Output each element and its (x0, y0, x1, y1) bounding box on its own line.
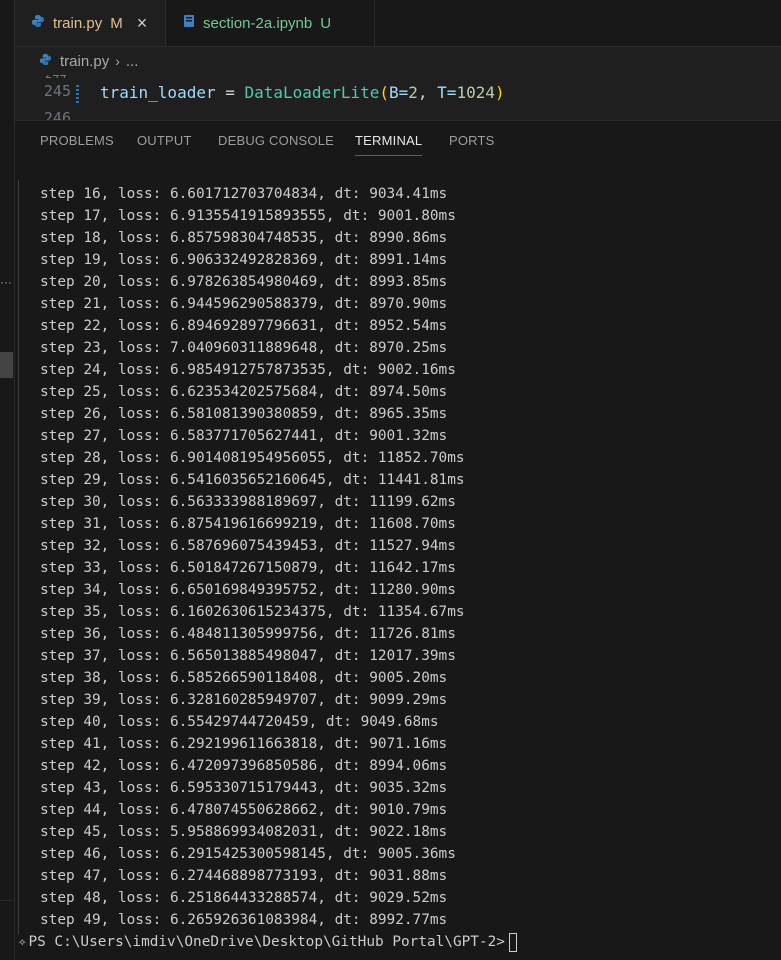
modified-badge: M (110, 14, 123, 32)
terminal-line: step 25, loss: 6.623534202575684, dt: 89… (40, 384, 448, 400)
terminal-line: step 20, loss: 6.978263854980469, dt: 89… (40, 274, 448, 290)
terminal-line: step 22, loss: 6.894692897796631, dt: 89… (40, 318, 448, 334)
tab-debug-console[interactable]: DEBUG CONSOLE (218, 133, 334, 148)
breadcrumb: train.py › ... (15, 47, 781, 75)
terminal-line: step 46, loss: 6.2915425300598145, dt: 9… (40, 846, 456, 862)
terminal-line: step 21, loss: 6.944596290588379, dt: 89… (40, 296, 448, 312)
terminal-line: step 19, loss: 6.906332492828369, dt: 89… (40, 252, 448, 268)
terminal-line: step 47, loss: 6.274468898773193, dt: 90… (40, 868, 448, 884)
terminal-line: step 23, loss: 7.040960311889648, dt: 89… (40, 340, 448, 356)
notebook-icon (183, 14, 195, 32)
terminal-line: step 43, loss: 6.595330715179443, dt: 90… (40, 780, 448, 796)
terminal-line: step 16, loss: 6.601712703704834, dt: 90… (40, 186, 448, 202)
terminal-line: step 31, loss: 6.875419616699219, dt: 11… (40, 516, 456, 532)
tab-output[interactable]: OUTPUT (137, 133, 192, 148)
git-change-indicator[interactable] (76, 85, 79, 103)
activity-edge: ··· (0, 0, 15, 960)
more-icon[interactable]: ··· (0, 276, 12, 288)
terminal-cursor (508, 932, 517, 952)
tab-terminal[interactable]: TERMINAL (355, 133, 423, 156)
terminal-line: step 26, loss: 6.581081390380859, dt: 89… (40, 406, 448, 422)
tab-label: section-2a.ipynb (203, 14, 313, 32)
tab-label: train.py (53, 14, 103, 32)
terminal-line: step 40, loss: 6.55429744720459, dt: 904… (40, 714, 439, 730)
close-icon[interactable]: × (137, 13, 148, 34)
untracked-badge: U (320, 14, 332, 32)
terminal-line: step 35, loss: 6.1602630615234375, dt: 1… (40, 604, 465, 620)
line-number: 244 (45, 75, 67, 81)
tab-problems[interactable]: PROBLEMS (40, 133, 114, 148)
terminal-line: step 41, loss: 6.292199611663818, dt: 90… (40, 736, 448, 752)
scrollbar-thumb[interactable] (0, 352, 13, 378)
terminal-line: step 24, loss: 6.9854912757873535, dt: 9… (40, 362, 456, 378)
line-number: 246 (43, 109, 71, 120)
python-icon (39, 53, 52, 70)
tab-ports[interactable]: PORTS (449, 133, 495, 148)
code-line[interactable]: train_loader = DataLoaderLite(B=2, T=102… (100, 83, 505, 102)
terminal-line: step 49, loss: 6.265926361083984, dt: 89… (40, 912, 448, 928)
terminal-line: step 45, loss: 5.958869934082031, dt: 90… (40, 824, 448, 840)
line-number: 245 (43, 82, 71, 100)
terminal-line: step 44, loss: 6.478074550628662, dt: 90… (40, 802, 448, 818)
terminal-line: step 39, loss: 6.328160285949707, dt: 90… (40, 692, 448, 708)
editor-tabbar: train.py M × section-2a.ipynb U (15, 0, 781, 47)
prompt-text: PS C:\Users\imdiv\OneDrive\Desktop\GitHu… (28, 934, 505, 950)
terminal-line: step 27, loss: 6.583771705627441, dt: 90… (40, 428, 448, 444)
breadcrumb-rest[interactable]: ... (126, 53, 139, 70)
terminal-line: step 42, loss: 6.472097396850586, dt: 89… (40, 758, 448, 774)
terminal-line: step 17, loss: 6.9135541915893555, dt: 9… (40, 208, 456, 224)
terminal-line: step 18, loss: 6.857598304748535, dt: 89… (40, 230, 448, 246)
terminal-panel[interactable]: step 16, loss: 6.601712703704834, dt: 90… (15, 165, 781, 960)
terminal-prompt[interactable]: ✧ PS C:\Users\imdiv\OneDrive\Desktop\Git… (18, 931, 517, 953)
terminal-line: step 29, loss: 6.5416035652160645, dt: 1… (40, 472, 465, 488)
panel-tabbar: PROBLEMS OUTPUT DEBUG CONSOLE TERMINAL P… (15, 120, 781, 166)
terminal-line: step 48, loss: 6.251864433288574, dt: 90… (40, 890, 448, 906)
breadcrumb-file[interactable]: train.py (60, 53, 109, 70)
terminal-line: step 33, loss: 6.501847267150879, dt: 11… (40, 560, 456, 576)
tab-train-py[interactable]: train.py M × (15, 0, 166, 46)
command-decoration-line (18, 180, 19, 935)
terminal-line: step 32, loss: 6.587696075439453, dt: 11… (40, 538, 456, 554)
terminal-line: step 34, loss: 6.650169849395752, dt: 11… (40, 582, 456, 598)
status-edge (0, 900, 13, 941)
terminal-line: step 30, loss: 6.563333988189697, dt: 11… (40, 494, 456, 510)
terminal-line: step 36, loss: 6.484811305999756, dt: 11… (40, 626, 456, 642)
terminal-line: step 37, loss: 6.565013885498047, dt: 12… (40, 648, 456, 664)
sparkle-icon[interactable]: ✧ (18, 931, 26, 953)
tab-section-2a[interactable]: section-2a.ipynb U (167, 0, 375, 46)
code-editor[interactable]: 244 245 train_loader = DataLoaderLite(B=… (15, 75, 781, 120)
python-icon (31, 14, 45, 32)
terminal-line: step 28, loss: 6.9014081954956055, dt: 1… (40, 450, 465, 466)
terminal-output: step 16, loss: 6.601712703704834, dt: 90… (40, 183, 465, 931)
terminal-line: step 38, loss: 6.585266590118408, dt: 90… (40, 670, 448, 686)
chevron-right-icon: › (115, 53, 120, 69)
